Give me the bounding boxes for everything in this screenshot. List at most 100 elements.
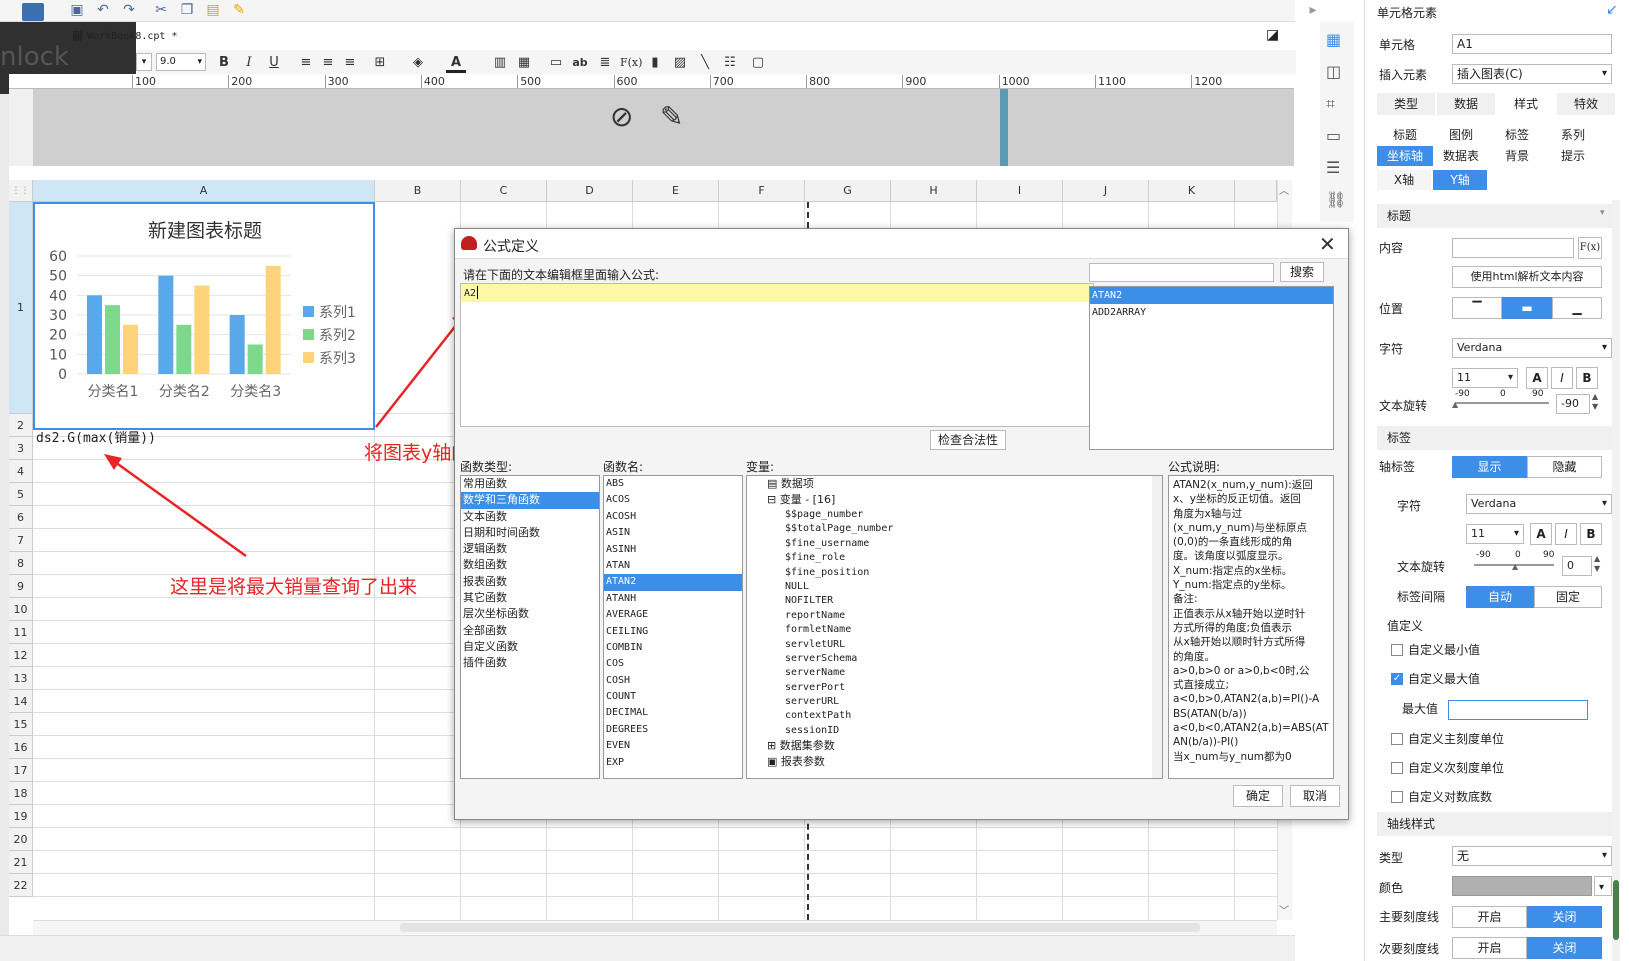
row-header[interactable]: 21 (9, 851, 33, 874)
rotate-input[interactable]: -90 (1556, 394, 1590, 414)
function-name-item[interactable]: DECIMAL (604, 705, 742, 721)
function-name-item[interactable]: ATAN2 (604, 574, 742, 591)
collapse-arrow-icon[interactable]: ▸ (1302, 0, 1324, 20)
grid-corner[interactable]: ⋮⋮ (9, 180, 33, 202)
var-tree-item[interactable]: reportName (747, 609, 1162, 623)
function-type-item[interactable]: 层次坐标函数 (461, 606, 599, 622)
search-button[interactable]: 搜索 (1280, 262, 1324, 282)
row-header[interactable]: 1 (9, 202, 33, 414)
copy-icon[interactable]: ❐ (176, 0, 198, 20)
function-name-item[interactable]: EXP (604, 755, 742, 771)
format-brush-icon[interactable]: ✎ (228, 0, 250, 20)
function-type-item[interactable]: 逻辑函数 (461, 541, 599, 557)
var-tree-item[interactable]: $fine_username (747, 537, 1162, 551)
spacing-fixed-button[interactable]: 固定 (1534, 586, 1602, 608)
function-type-item[interactable]: 插件函数 (461, 655, 599, 671)
redo-icon[interactable]: ↷ (118, 0, 140, 20)
major-grid-off-button[interactable]: 关闭 (1527, 906, 1602, 928)
custom-log-checkbox[interactable] (1391, 791, 1403, 803)
rotate2-slider-handle[interactable]: ▲ (1512, 562, 1518, 571)
title-content-input[interactable] (1452, 238, 1574, 258)
font2-select[interactable]: Verdana ▾ (1466, 494, 1612, 514)
row-header[interactable]: 18 (9, 782, 33, 805)
column-header[interactable]: J (1063, 180, 1149, 202)
underline-button[interactable]: U (264, 53, 284, 73)
max-value-input[interactable] (1448, 700, 1588, 720)
rotate-spinner-icon[interactable]: ▲ ▼ (1592, 392, 1598, 412)
function-name-item[interactable]: AVERAGE (604, 607, 742, 623)
var-tree-item[interactable]: NOFILTER (747, 594, 1162, 608)
var-scrollbar[interactable] (1152, 476, 1162, 778)
subtab-标题[interactable]: 标题 (1377, 125, 1433, 145)
custom-minor-checkbox[interactable] (1391, 762, 1403, 774)
row-header[interactable]: 9 (9, 575, 33, 598)
var-tree-item[interactable]: $fine_position (747, 566, 1162, 580)
var-tree-item[interactable]: NULL (747, 580, 1162, 594)
row-header[interactable]: 12 (9, 644, 33, 667)
save-icon[interactable]: ▣ (66, 0, 88, 20)
var-tree-item[interactable]: sessionID (747, 724, 1162, 738)
column-header[interactable]: K (1149, 180, 1235, 202)
italic-panel-button[interactable]: I (1551, 367, 1573, 389)
italic-button[interactable]: I (239, 53, 259, 73)
var-tree-item[interactable]: contextPath (747, 709, 1162, 723)
function-type-item[interactable]: 其它函数 (461, 590, 599, 606)
font2-color-button[interactable]: A (1530, 523, 1552, 545)
minor-grid-on-button[interactable]: 开启 (1452, 937, 1527, 959)
cell-element-icon[interactable]: ▦ (1326, 30, 1341, 49)
row-header[interactable]: 11 (9, 621, 33, 644)
var-tree-item[interactable]: $$totalPage_number (747, 522, 1162, 536)
stack-icon[interactable]: ☰ (1326, 158, 1340, 177)
column-header[interactable]: H (891, 180, 977, 202)
row-header[interactable]: 13 (9, 667, 33, 690)
cut-icon[interactable]: ✂ (150, 0, 172, 20)
function-name-item[interactable]: COMBIN (604, 640, 742, 656)
function-type-item[interactable]: 报表函数 (461, 574, 599, 590)
scroll-up-icon[interactable]: ︿ (1279, 182, 1289, 197)
image-icon[interactable]: ▨ (670, 53, 690, 73)
ok-button[interactable]: 确定 (1233, 785, 1283, 807)
minor-grid-off-button[interactable]: 关闭 (1527, 937, 1602, 959)
scroll-down-icon[interactable]: ﹀ (1279, 902, 1289, 917)
font-size-select[interactable]: 9.0 ▾ (156, 53, 206, 71)
split-icon[interactable]: ▦ (514, 53, 534, 73)
file-tab[interactable]: ▦ WorkBook8.cpt * (72, 24, 220, 46)
hide-label-button[interactable]: 隐藏 (1527, 456, 1602, 478)
function-type-item[interactable]: 数学和三角函数 (461, 492, 599, 509)
axis-color-swatch[interactable] (1452, 876, 1592, 896)
function-name-item[interactable]: ACOSH (604, 509, 742, 525)
font2-bold-button[interactable]: B (1580, 523, 1602, 545)
slash-icon[interactable]: ╲ (695, 53, 715, 73)
function-name-item[interactable]: ATANH (604, 591, 742, 607)
function-name-item[interactable]: ATAN (604, 558, 742, 574)
column-header[interactable]: E (633, 180, 719, 202)
pin-icon[interactable]: ◪ (1266, 27, 1279, 43)
row-header[interactable]: 10 (9, 598, 33, 621)
app-logo-icon[interactable] (22, 3, 44, 21)
formula-button[interactable]: F(x) (620, 53, 642, 73)
align-center-icon[interactable]: ≡ (318, 53, 338, 73)
panel-scroll-thumb[interactable] (1613, 880, 1619, 940)
var-tree-report-params[interactable]: ▣ 报表参数 (747, 754, 1162, 770)
row-header[interactable]: 16 (9, 736, 33, 759)
crop-icon[interactable]: ⌗ (1326, 94, 1335, 114)
function-name-item[interactable]: COUNT (604, 689, 742, 705)
position-right-button[interactable]: ▁ (1552, 297, 1602, 319)
function-search-input[interactable] (1089, 263, 1274, 282)
spacing-auto-button[interactable]: 自动 (1466, 586, 1534, 608)
var-tree-group[interactable]: ⊟ 变量 - [16] (747, 492, 1162, 508)
function-type-item[interactable]: 数组函数 (461, 557, 599, 573)
axis-type-select[interactable]: 无 ▾ (1452, 846, 1612, 866)
row-header[interactable]: 14 (9, 690, 33, 713)
tab-样式[interactable]: 样式 (1497, 93, 1555, 115)
row-header[interactable]: 19 (9, 805, 33, 828)
column-header[interactable]: C (461, 180, 547, 202)
row-header[interactable]: 20 (9, 828, 33, 851)
rotate-slider[interactable] (1455, 402, 1549, 404)
function-type-item[interactable]: 常用函数 (461, 476, 599, 492)
custom-min-checkbox[interactable] (1391, 644, 1403, 656)
tab-数据[interactable]: 数据 (1437, 93, 1495, 115)
row-header[interactable]: 6 (9, 506, 33, 529)
row-header[interactable]: 17 (9, 759, 33, 782)
row-header[interactable]: 22 (9, 874, 33, 897)
